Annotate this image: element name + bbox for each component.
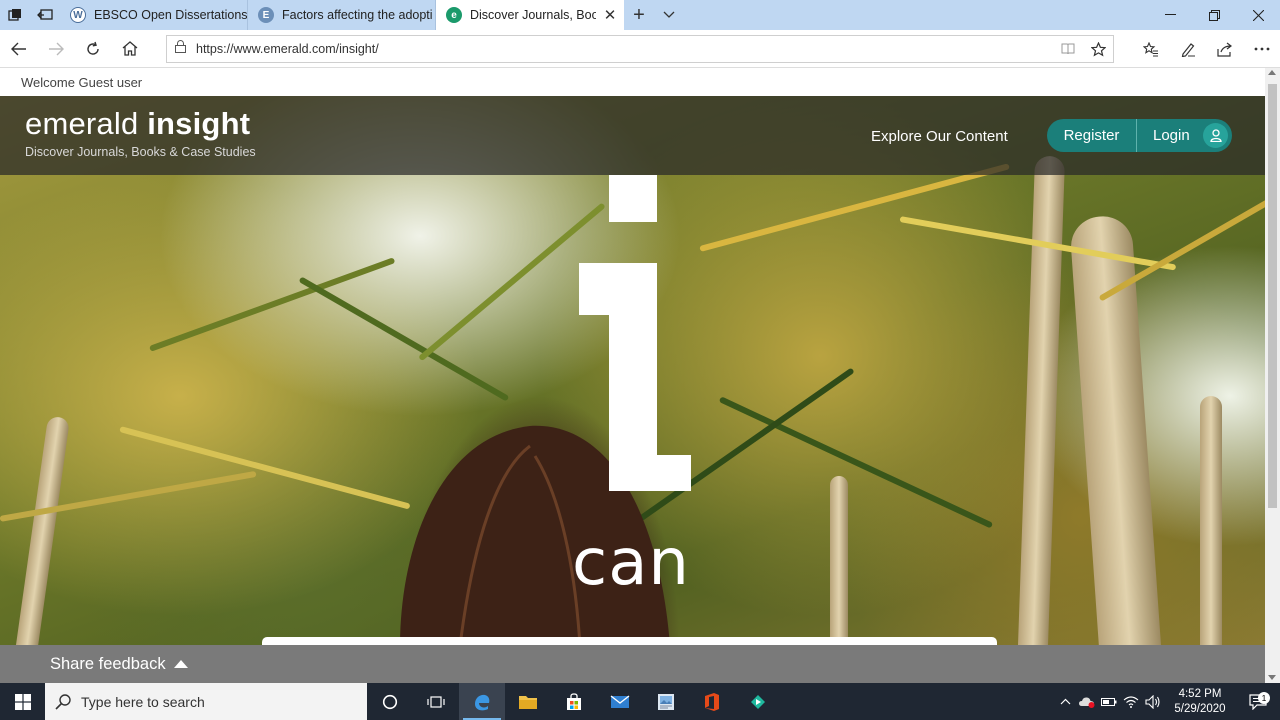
user-icon[interactable] <box>1203 123 1228 148</box>
clock-date: 5/29/2020 <box>1174 702 1226 715</box>
register-button[interactable]: Register <box>1047 119 1137 152</box>
battery-icon[interactable] <box>1098 697 1120 707</box>
close-window-button[interactable] <box>1236 0 1280 30</box>
close-tab-icon[interactable]: ✕ <box>596 6 624 24</box>
taskbar-search-placeholder: Type here to search <box>81 693 205 710</box>
action-center-icon[interactable]: 1 <box>1236 691 1280 710</box>
auth-pill: Register Login <box>1047 119 1232 152</box>
browser-tab[interactable]: W EBSCO Open Dissertations F <box>60 0 248 30</box>
emerald-i-graphic <box>579 175 691 491</box>
browser-tab-bar: W EBSCO Open Dissertations F E Factors a… <box>0 0 1280 30</box>
favorite-star-icon[interactable] <box>1083 41 1113 57</box>
web-page: Welcome Guest user can emerald insight D… <box>0 68 1265 645</box>
explore-content-link[interactable]: Explore Our Content <box>871 128 1008 145</box>
volume-icon[interactable] <box>1142 694 1164 709</box>
edge-taskbar-icon[interactable] <box>459 683 505 720</box>
more-options-icon[interactable] <box>1243 30 1280 68</box>
site-header: emerald insight Discover Journals, Books… <box>0 96 1265 175</box>
share-feedback-label: Share feedback <box>50 654 166 673</box>
scrollbar-thumb[interactable] <box>1268 84 1277 508</box>
lock-icon <box>175 40 186 58</box>
tabs-preview-icon[interactable] <box>30 0 60 30</box>
start-button[interactable] <box>0 683 45 720</box>
reading-view-icon[interactable] <box>1053 42 1083 57</box>
edge-icon: e <box>446 7 462 23</box>
browser-tab-active[interactable]: e Discover Journals, Book ✕ <box>436 0 624 30</box>
logo-word-emerald: emerald <box>25 106 139 141</box>
favorites-hub-icon[interactable] <box>1132 30 1169 68</box>
store-icon[interactable] <box>551 683 597 720</box>
tab-set-aside-icon[interactable] <box>0 0 30 30</box>
refresh-button[interactable] <box>74 30 111 68</box>
home-button[interactable] <box>111 30 148 68</box>
taskbar-search-box[interactable]: Type here to search <box>45 683 367 720</box>
caret-up-icon <box>173 660 188 668</box>
share-icon[interactable] <box>1206 30 1243 68</box>
wifi-icon[interactable] <box>1120 695 1142 708</box>
scroll-down-arrow-icon[interactable] <box>1268 675 1276 680</box>
back-button[interactable] <box>0 30 37 68</box>
logo-word-insight: insight <box>147 106 251 141</box>
address-bar: https://www.emerald.com/insight/ <box>0 30 1280 68</box>
page-scrollbar[interactable] <box>1265 68 1280 683</box>
show-hidden-icons-chevron-icon[interactable] <box>1054 698 1076 705</box>
search-icon <box>55 693 71 710</box>
onedrive-icon[interactable] <box>1076 696 1098 708</box>
file-explorer-icon[interactable] <box>505 683 551 720</box>
scroll-up-arrow-icon[interactable] <box>1268 70 1276 75</box>
cortana-icon[interactable] <box>367 683 413 720</box>
tab-title: EBSCO Open Dissertations F <box>94 8 247 22</box>
windows-taskbar: Type here to search 4:52 PM 5/29/2020 1 <box>0 683 1280 720</box>
browser-tab[interactable]: E Factors affecting the adopti <box>248 0 436 30</box>
emerald-insight-logo[interactable]: emerald insight <box>25 106 250 142</box>
restore-button[interactable] <box>1192 0 1236 30</box>
logo-tagline: Discover Journals, Books & Case Studies <box>25 145 256 159</box>
ebsco-icon: E <box>258 7 274 23</box>
url-field[interactable]: https://www.emerald.com/insight/ <box>166 35 1114 63</box>
tab-title: Discover Journals, Book <box>470 8 596 22</box>
welcome-text: Welcome Guest user <box>0 68 1265 96</box>
office-icon[interactable] <box>689 683 735 720</box>
url-text: https://www.emerald.com/insight/ <box>196 42 379 56</box>
pen-notes-icon[interactable] <box>1169 30 1206 68</box>
share-feedback-bar[interactable]: Share feedback <box>0 645 1265 683</box>
task-view-icon[interactable] <box>413 683 459 720</box>
wordpress-icon: W <box>70 7 86 23</box>
new-tab-button[interactable]: + <box>624 0 654 30</box>
system-clock[interactable]: 4:52 PM 5/29/2020 <box>1164 687 1236 717</box>
tab-title: Factors affecting the adopti <box>282 8 433 22</box>
minimize-button[interactable] <box>1148 0 1192 30</box>
forward-button[interactable] <box>37 30 74 68</box>
hero-word: can <box>572 526 690 600</box>
media-app-icon[interactable] <box>735 683 781 720</box>
photos-app-icon[interactable] <box>643 683 689 720</box>
clock-time: 4:52 PM <box>1178 687 1222 700</box>
login-button[interactable]: Login <box>1137 127 1190 144</box>
mail-icon[interactable] <box>597 683 643 720</box>
notification-count-badge: 1 <box>1258 691 1270 704</box>
tab-list-chevron-icon[interactable] <box>654 0 684 30</box>
search-box-edge[interactable] <box>262 637 997 645</box>
windows-logo-icon <box>14 693 31 710</box>
hero-banner-image: can emerald insight Discover Journals, B… <box>0 96 1265 645</box>
